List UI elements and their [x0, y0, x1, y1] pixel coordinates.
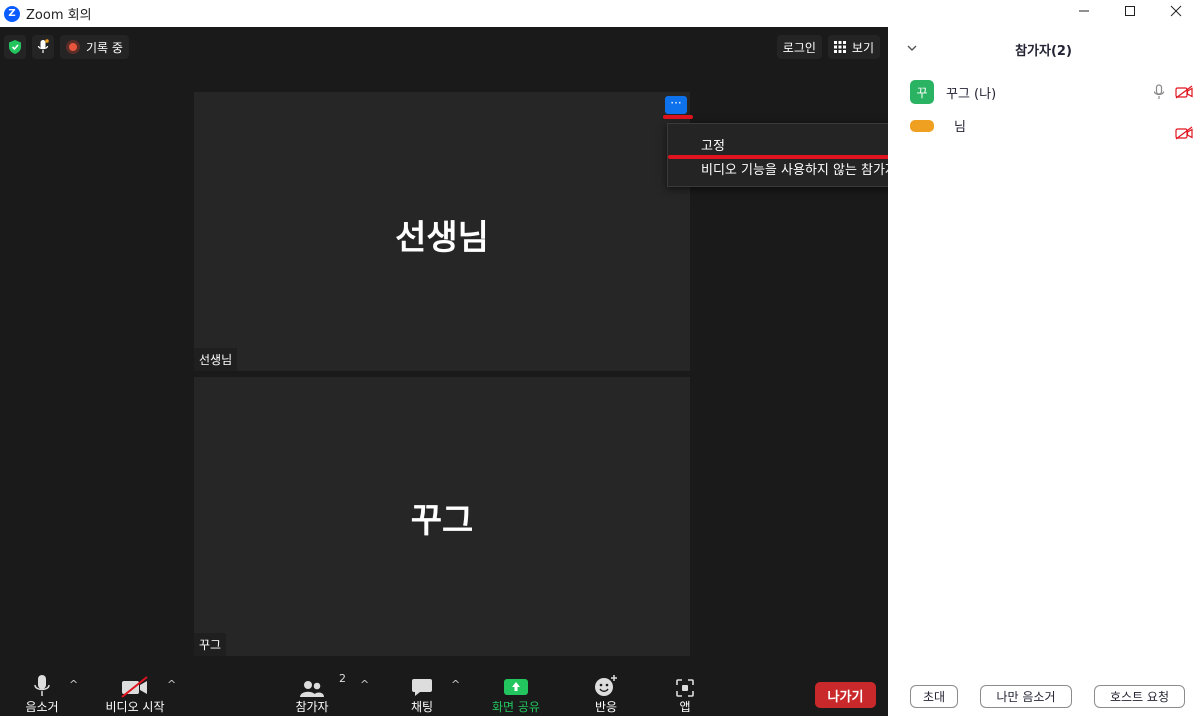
reactions-label: 반응	[594, 700, 618, 714]
title-bar: Z Zoom 회의	[0, 0, 1199, 27]
participant-row-teacher[interactable]: 님	[910, 120, 966, 144]
maximize-icon	[1125, 6, 1135, 16]
chat-button[interactable]: 채팅	[400, 664, 444, 716]
tile-name-label: 선생님	[194, 348, 238, 371]
video-off-icon[interactable]	[1175, 126, 1193, 140]
reactions-button[interactable]: 반응	[584, 664, 628, 716]
recording-indicator[interactable]: 기록 중	[60, 35, 129, 59]
menu-item-pin[interactable]: 고정	[701, 135, 725, 154]
apps-label: 앱	[679, 700, 691, 714]
participant-row-self[interactable]: 꾸 꾸그 (나)	[910, 80, 996, 104]
start-video-label: 비디오 시작	[105, 700, 165, 714]
recording-dot-icon	[66, 40, 80, 54]
minimize-button[interactable]	[1061, 0, 1107, 22]
maximize-button[interactable]	[1107, 0, 1153, 22]
video-tile-teacher[interactable]: 선생님 선생님	[194, 92, 690, 371]
close-icon	[1170, 5, 1182, 17]
bottom-toolbar: 음소거 ^ 비디오 시작 ^ 2 참가자 ^ 채팅 ^ 화면 공유 반응 앱	[0, 664, 888, 716]
video-options-caret-icon[interactable]: ^	[167, 678, 176, 691]
video-off-icon	[121, 676, 148, 698]
tile-display-name: 꾸그	[410, 501, 474, 541]
video-tile-self[interactable]: 꾸그 꾸그	[194, 377, 690, 656]
avatar	[910, 120, 934, 132]
window-title: Zoom 회의	[26, 8, 92, 23]
mute-options-caret-icon[interactable]: ^	[69, 678, 78, 691]
tile-display-name: 선생님	[395, 218, 489, 258]
microphone-icon[interactable]	[1153, 84, 1165, 101]
grid-icon	[833, 41, 846, 53]
video-off-icon[interactable]	[1175, 85, 1193, 99]
security-shield-button[interactable]	[4, 35, 26, 59]
participants-label: 참가자	[295, 700, 329, 714]
participant-name: 님	[954, 119, 966, 135]
mute-button[interactable]: 음소거	[18, 664, 66, 716]
participants-options-caret-icon[interactable]: ^	[360, 678, 369, 691]
chat-options-caret-icon[interactable]: ^	[451, 678, 460, 691]
participants-panel: 참가자(2) 꾸 꾸그 (나) 님 초대 나만 음소거 호스트 요청	[888, 27, 1199, 716]
share-screen-label: 화면 공유	[492, 700, 540, 714]
mute-me-button[interactable]: 나만 음소거	[980, 685, 1072, 708]
mute-label: 음소거	[25, 700, 59, 714]
chat-icon	[412, 679, 432, 696]
participants-count: 2	[339, 672, 346, 685]
annotation-underline-more	[663, 115, 693, 119]
more-options-button[interactable]: ···	[665, 96, 687, 114]
start-video-button[interactable]: 비디오 시작	[100, 664, 170, 716]
share-screen-icon	[504, 679, 528, 695]
invite-button[interactable]: 초대	[910, 685, 958, 708]
reaction-smiley-icon	[595, 675, 617, 696]
leave-button[interactable]: 나가기	[815, 682, 876, 708]
shield-icon	[9, 40, 21, 54]
chat-label: 채팅	[410, 700, 434, 714]
apps-button[interactable]: 앱	[666, 664, 704, 716]
zoom-logo-icon: Z	[4, 5, 20, 22]
microphone-icon	[34, 675, 50, 696]
ask-host-button[interactable]: 호스트 요청	[1094, 685, 1185, 708]
login-button[interactable]: 로그인	[776, 35, 822, 59]
recording-label: 기록 중	[86, 40, 123, 55]
close-button[interactable]	[1153, 0, 1199, 22]
view-label: 보기	[851, 40, 874, 55]
panel-title: 참가자(2)	[1015, 44, 1072, 59]
minimize-icon	[1079, 10, 1089, 12]
participants-icon	[300, 681, 324, 697]
audio-status-button[interactable]	[32, 35, 54, 59]
share-screen-button[interactable]: 화면 공유	[484, 664, 548, 716]
tile-name-label: 꾸그	[194, 633, 227, 656]
apps-icon	[676, 679, 694, 697]
view-button[interactable]: 보기	[827, 35, 880, 59]
avatar: 꾸	[910, 80, 934, 104]
participants-button[interactable]: 2 참가자	[288, 664, 346, 716]
participant-name: 꾸그 (나)	[946, 86, 997, 102]
microphone-icon	[37, 39, 49, 53]
login-label: 로그인	[782, 40, 816, 55]
